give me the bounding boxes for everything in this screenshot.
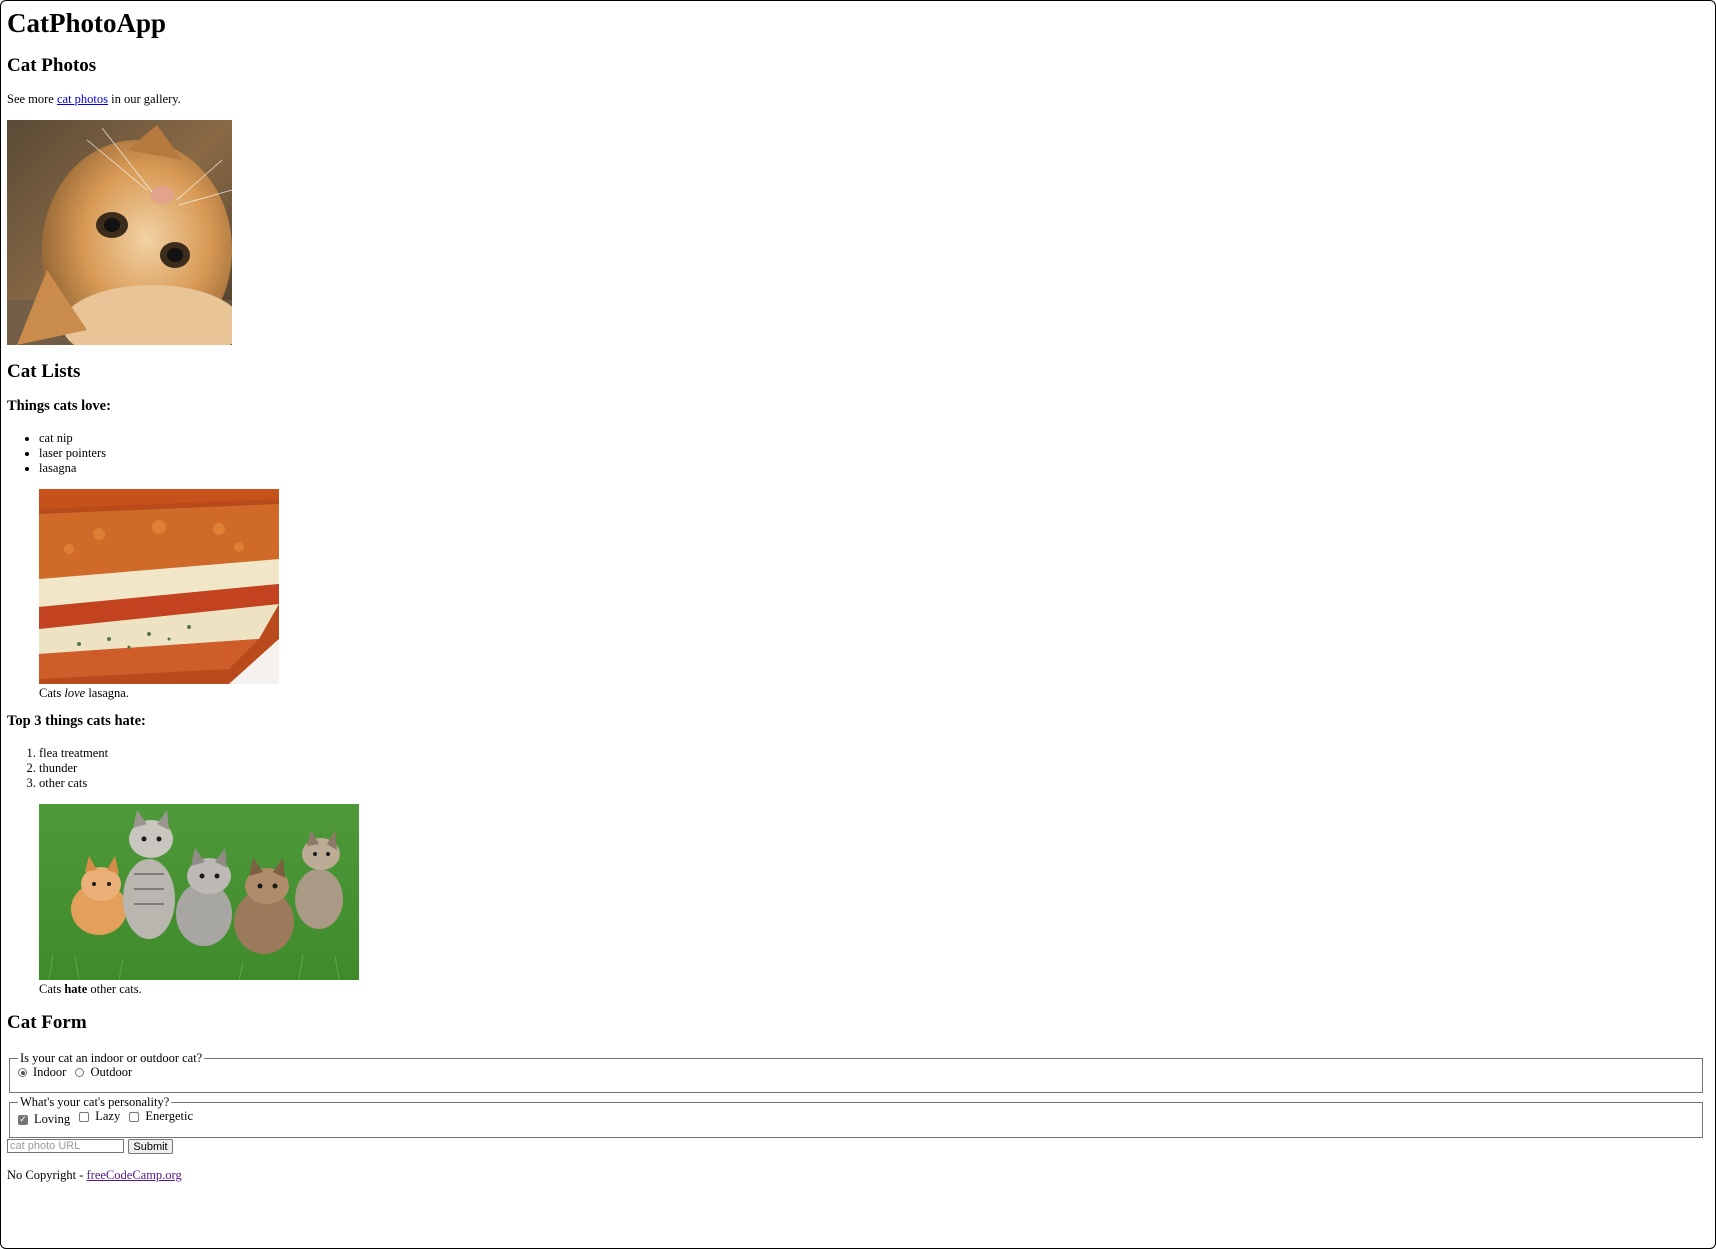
list-item: thunder — [39, 761, 108, 776]
caption-text: lasagna. — [85, 686, 129, 700]
indoor-outdoor-legend: Is your cat an indoor or outdoor cat? — [20, 1051, 203, 1065]
list-item: cat nip — [39, 431, 106, 446]
lasagna-photo — [39, 489, 279, 684]
love-list: cat nip laser pointers lasagna — [39, 431, 106, 476]
cat-photo-url-input[interactable] — [7, 1139, 124, 1153]
energetic-checkbox[interactable] — [129, 1111, 140, 1122]
list-item: other cats — [39, 776, 108, 791]
outdoor-label: Outdoor — [90, 1065, 133, 1079]
kittens-caption: Cats hate other cats. — [39, 982, 359, 997]
caption-text: other cats. — [87, 982, 142, 996]
hate-list: flea treatment thunder other cats — [39, 746, 108, 791]
caption-emphasis: love — [64, 686, 86, 700]
page-title: CatPhotoApp — [7, 8, 167, 38]
caption-text: Cats — [39, 982, 65, 996]
cat-lists-heading: Cat Lists — [7, 361, 81, 382]
gallery-intro: See more cat photos in our gallery. — [7, 92, 181, 107]
outdoor-option[interactable]: Outdoor — [75, 1065, 132, 1080]
personality-fieldset: What's your cat's personality? ✓ Loving … — [9, 1095, 1703, 1138]
personality-legend: What's your cat's personality? — [20, 1095, 170, 1109]
gallery-intro-after: in our gallery. — [108, 92, 181, 106]
gallery-intro-before: See more — [7, 92, 57, 106]
list-item: laser pointers — [39, 446, 106, 461]
cat-photos-heading: Cat Photos — [7, 55, 97, 76]
cat-form-heading: Cat Form — [7, 1012, 87, 1033]
indoor-outdoor-fieldset: Is your cat an indoor or outdoor cat? In… — [9, 1051, 1703, 1093]
loving-checkbox[interactable]: ✓ — [18, 1114, 28, 1125]
caption-strong: hate — [64, 982, 88, 996]
lasagna-figure: Cats love lasagna. — [39, 489, 279, 701]
footer: No Copyright - freeCodeCamp.org — [7, 1168, 182, 1183]
things-cats-love-heading: Things cats love: — [7, 398, 111, 414]
indoor-radio[interactable] — [18, 1068, 27, 1077]
submit-button[interactable]: Submit — [128, 1139, 173, 1154]
list-item: lasagna — [39, 461, 106, 476]
caption-text: Cats — [39, 686, 65, 700]
energetic-option[interactable]: Energetic — [129, 1109, 193, 1124]
lazy-label: Lazy — [95, 1109, 121, 1123]
kitten-photo-link[interactable] — [7, 120, 232, 345]
loving-label: Loving — [34, 1112, 71, 1126]
kittens-figure: Cats hate other cats. — [39, 804, 359, 997]
kitten-photo — [7, 120, 232, 345]
indoor-label: Indoor — [33, 1065, 67, 1079]
lasagna-caption: Cats love lasagna. — [39, 686, 279, 701]
things-cats-hate-heading: Top 3 things cats hate: — [7, 713, 146, 729]
lazy-checkbox[interactable] — [79, 1111, 90, 1122]
cat-photos-link[interactable]: cat photos — [57, 92, 108, 106]
footer-text: No Copyright - — [7, 1168, 87, 1182]
freecodecamp-link[interactable]: freeCodeCamp.org — [87, 1168, 182, 1182]
list-item: flea treatment — [39, 746, 108, 761]
outdoor-radio[interactable] — [75, 1068, 85, 1077]
lazy-option[interactable]: Lazy — [79, 1109, 120, 1124]
indoor-option[interactable]: Indoor — [18, 1065, 66, 1080]
energetic-label: Energetic — [145, 1109, 194, 1123]
kittens-photo — [39, 804, 359, 980]
loving-option[interactable]: ✓ Loving — [18, 1112, 70, 1127]
